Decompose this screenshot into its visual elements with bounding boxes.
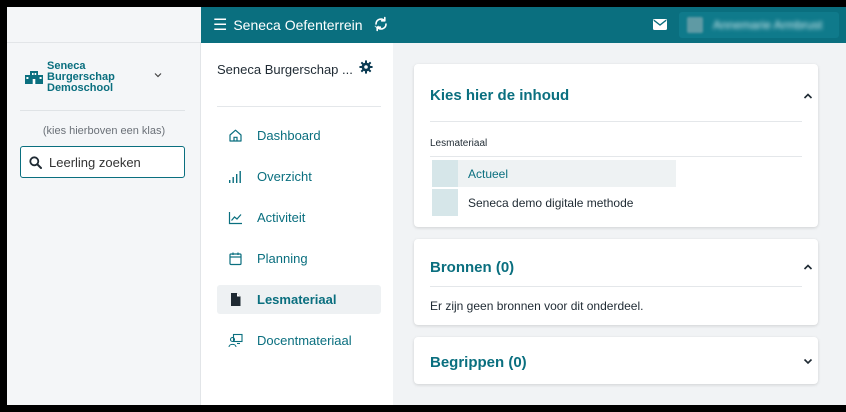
nav-item-planning[interactable]: Planning — [217, 244, 381, 273]
school-name-line3: Demoschool — [47, 81, 114, 94]
main-content: Kies hier de inhoud Lesmateriaal Actueel… — [393, 43, 846, 405]
bronnen-divider — [430, 286, 802, 287]
school-name-line2: Burgerschap — [47, 70, 115, 83]
chevron-up-icon[interactable] — [802, 261, 814, 273]
chevron-down-icon[interactable] — [802, 355, 814, 367]
list-item-actueel[interactable]: Actueel — [432, 160, 676, 187]
top-bar-main: ☰ Seneca Oefenterrein ⌄ Annemarie Armbru… — [201, 7, 846, 43]
list-item-label: Actueel — [468, 166, 509, 181]
environment-label: Seneca Oefenterrein — [233, 17, 363, 33]
section-label: Lesmateriaal — [430, 138, 488, 149]
avatar — [687, 17, 703, 33]
app-window: ☰ Seneca Oefenterrein ⌄ Annemarie Armbru… — [7, 7, 846, 405]
course-title[interactable]: Seneca Burgerschap ... — [217, 62, 353, 77]
user-menu[interactable]: Annemarie Armbrust — [679, 12, 839, 38]
bronnen-title[interactable]: Bronnen (0) — [430, 259, 514, 276]
nav-item-label: Overzicht — [257, 169, 312, 184]
nav-item-label: Docentmateriaal — [257, 333, 352, 348]
hamburger-menu-icon[interactable]: ☰ — [213, 15, 227, 35]
refresh-icon[interactable] — [372, 15, 390, 33]
bar-chart-icon — [229, 171, 241, 183]
school-name: Seneca Burgerschap Demoschool — [47, 59, 115, 94]
environment-selector[interactable]: ☰ Seneca Oefenterrein ⌄ — [213, 7, 381, 43]
gear-icon[interactable] — [359, 60, 373, 74]
class-hint: (kies hierboven een klas) — [42, 125, 166, 137]
item-thumbnail — [432, 189, 458, 216]
nav-item-docentmateriaal[interactable]: Docentmateriaal — [217, 326, 381, 355]
school-name-line1: Seneca — [47, 59, 86, 72]
nav-item-lesmateriaal[interactable]: Lesmateriaal — [217, 285, 381, 314]
inhoud-card: Kies hier de inhoud Lesmateriaal Actueel… — [414, 64, 818, 227]
nav-item-label: Activiteit — [257, 210, 306, 225]
activity-chart-icon — [228, 212, 242, 225]
search-input[interactable] — [49, 154, 179, 170]
sidebar-divider — [20, 110, 185, 111]
school-selector[interactable]: Seneca Burgerschap Demoschool — [25, 57, 175, 97]
search-icon — [29, 155, 42, 169]
user-name: Annemarie Armbrust — [713, 18, 823, 32]
calendar-icon — [229, 252, 242, 266]
chevron-down-icon[interactable] — [152, 69, 164, 81]
bronnen-empty-text: Er zijn geen bronnen voor dit onderdeel. — [430, 299, 644, 313]
student-search[interactable] — [20, 146, 185, 178]
sidebar: Seneca Burgerschap Demoschool (kies hier… — [7, 43, 201, 405]
nav-item-label: Lesmateriaal — [257, 292, 337, 307]
begrippen-title[interactable]: Begrippen (0) — [430, 354, 527, 371]
course-nav: Seneca Burgerschap ... Dashboard Overzic… — [201, 43, 393, 405]
inhoud-divider — [430, 121, 802, 122]
school-building-icon — [25, 71, 43, 84]
chevron-up-icon[interactable] — [802, 90, 814, 102]
begrippen-card: Begrippen (0) — [414, 337, 818, 384]
section-divider — [430, 156, 802, 157]
nav-item-label: Dashboard — [257, 128, 321, 143]
file-icon — [231, 293, 241, 306]
bronnen-card: Bronnen (0) Er zijn geen bronnen voor di… — [414, 239, 818, 325]
nav-item-dashboard[interactable]: Dashboard — [217, 121, 381, 150]
list-item-seneca-demo[interactable]: Seneca demo digitale methode — [432, 189, 676, 216]
inhoud-title[interactable]: Kies hier de inhoud — [430, 87, 569, 104]
top-bar: ☰ Seneca Oefenterrein ⌄ Annemarie Armbru… — [7, 7, 846, 43]
mail-icon[interactable] — [653, 19, 667, 30]
nav-item-label: Planning — [257, 251, 308, 266]
teacher-icon — [228, 333, 243, 348]
top-bar-left — [7, 7, 201, 43]
nav-divider — [217, 106, 381, 107]
nav-item-overzicht[interactable]: Overzicht — [217, 162, 381, 191]
home-icon — [229, 129, 242, 142]
list-item-label: Seneca demo digitale methode — [468, 195, 634, 210]
item-thumbnail — [432, 160, 458, 187]
nav-item-activiteit[interactable]: Activiteit — [217, 203, 381, 232]
